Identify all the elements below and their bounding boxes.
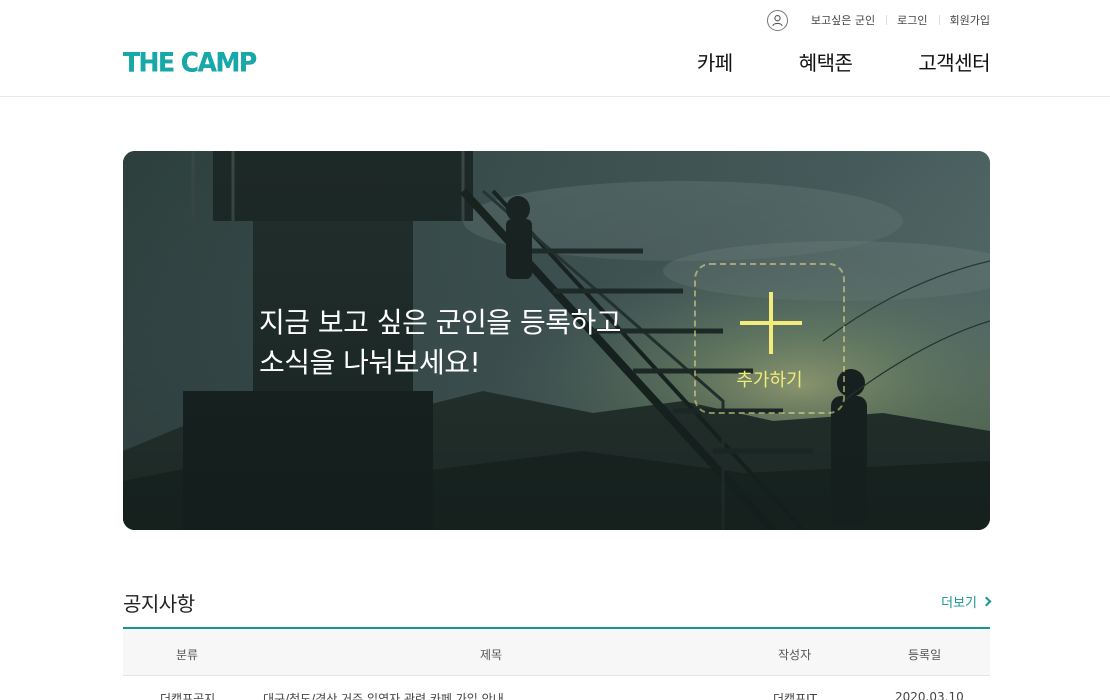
notice-category: 더캠프공지 (160, 692, 216, 700)
plus-icon-bar (740, 321, 802, 325)
hero-message-line2: 소식을 나눠보세요! (259, 346, 481, 379)
notice-row-title[interactable]: 대구/청도/경산 거주 입영자 관련 카페 가입 안내 (263, 690, 504, 700)
utility-nav: 보고싶은 군인 로그인 회원가입 (766, 9, 990, 31)
column-header-title: 제목 (480, 648, 503, 662)
notice-author: 더캠프IT (773, 692, 817, 700)
add-soldier-button[interactable]: 추가하기 (694, 263, 845, 414)
main-nav: 카페 혜택존 고객센터 (631, 48, 991, 78)
login-link[interactable]: 로그인 (886, 12, 938, 28)
favorite-soldier-link[interactable]: 보고싶은 군인 (800, 12, 886, 28)
notice-table-header: 분류 제목 작성자 등록일 (123, 629, 990, 676)
table-row[interactable]: 더캠프공지 대구/청도/경산 거주 입영자 관련 카페 가입 안내 더캠프IT … (123, 676, 990, 700)
nav-benefit-zone[interactable]: 혜택존 (799, 48, 853, 78)
column-header-date: 등록일 (908, 648, 942, 662)
notice-more-label: 더보기 (941, 596, 977, 611)
site-header: 보고싶은 군인 로그인 회원가입 THE CAMP 카페 혜택존 고객센터 (0, 0, 1110, 97)
hero-message-line1: 지금 보고 싶은 군인을 등록하고 (259, 306, 621, 339)
notice-title: 공지사항 (123, 592, 195, 616)
user-icon[interactable] (766, 9, 788, 31)
hero-banner: 지금 보고 싶은 군인을 등록하고 소식을 나눠보세요! 추가하기 (123, 151, 990, 530)
add-soldier-label: 추가하기 (736, 370, 803, 391)
signup-link[interactable]: 회원가입 (938, 12, 990, 28)
notice-more-link[interactable]: 더보기 (941, 592, 992, 611)
chevron-right-icon (981, 596, 992, 607)
notice-date: 2020.03.10 (895, 690, 964, 700)
logo[interactable]: THE CAMP (123, 48, 257, 77)
hero-message: 지금 보고 싶은 군인을 등록하고 소식을 나눠보세요! (259, 303, 621, 383)
nav-customer-center[interactable]: 고객센터 (918, 48, 990, 78)
column-header-category: 분류 (176, 648, 199, 662)
column-header-author: 작성자 (778, 648, 812, 662)
nav-cafe[interactable]: 카페 (697, 48, 733, 78)
